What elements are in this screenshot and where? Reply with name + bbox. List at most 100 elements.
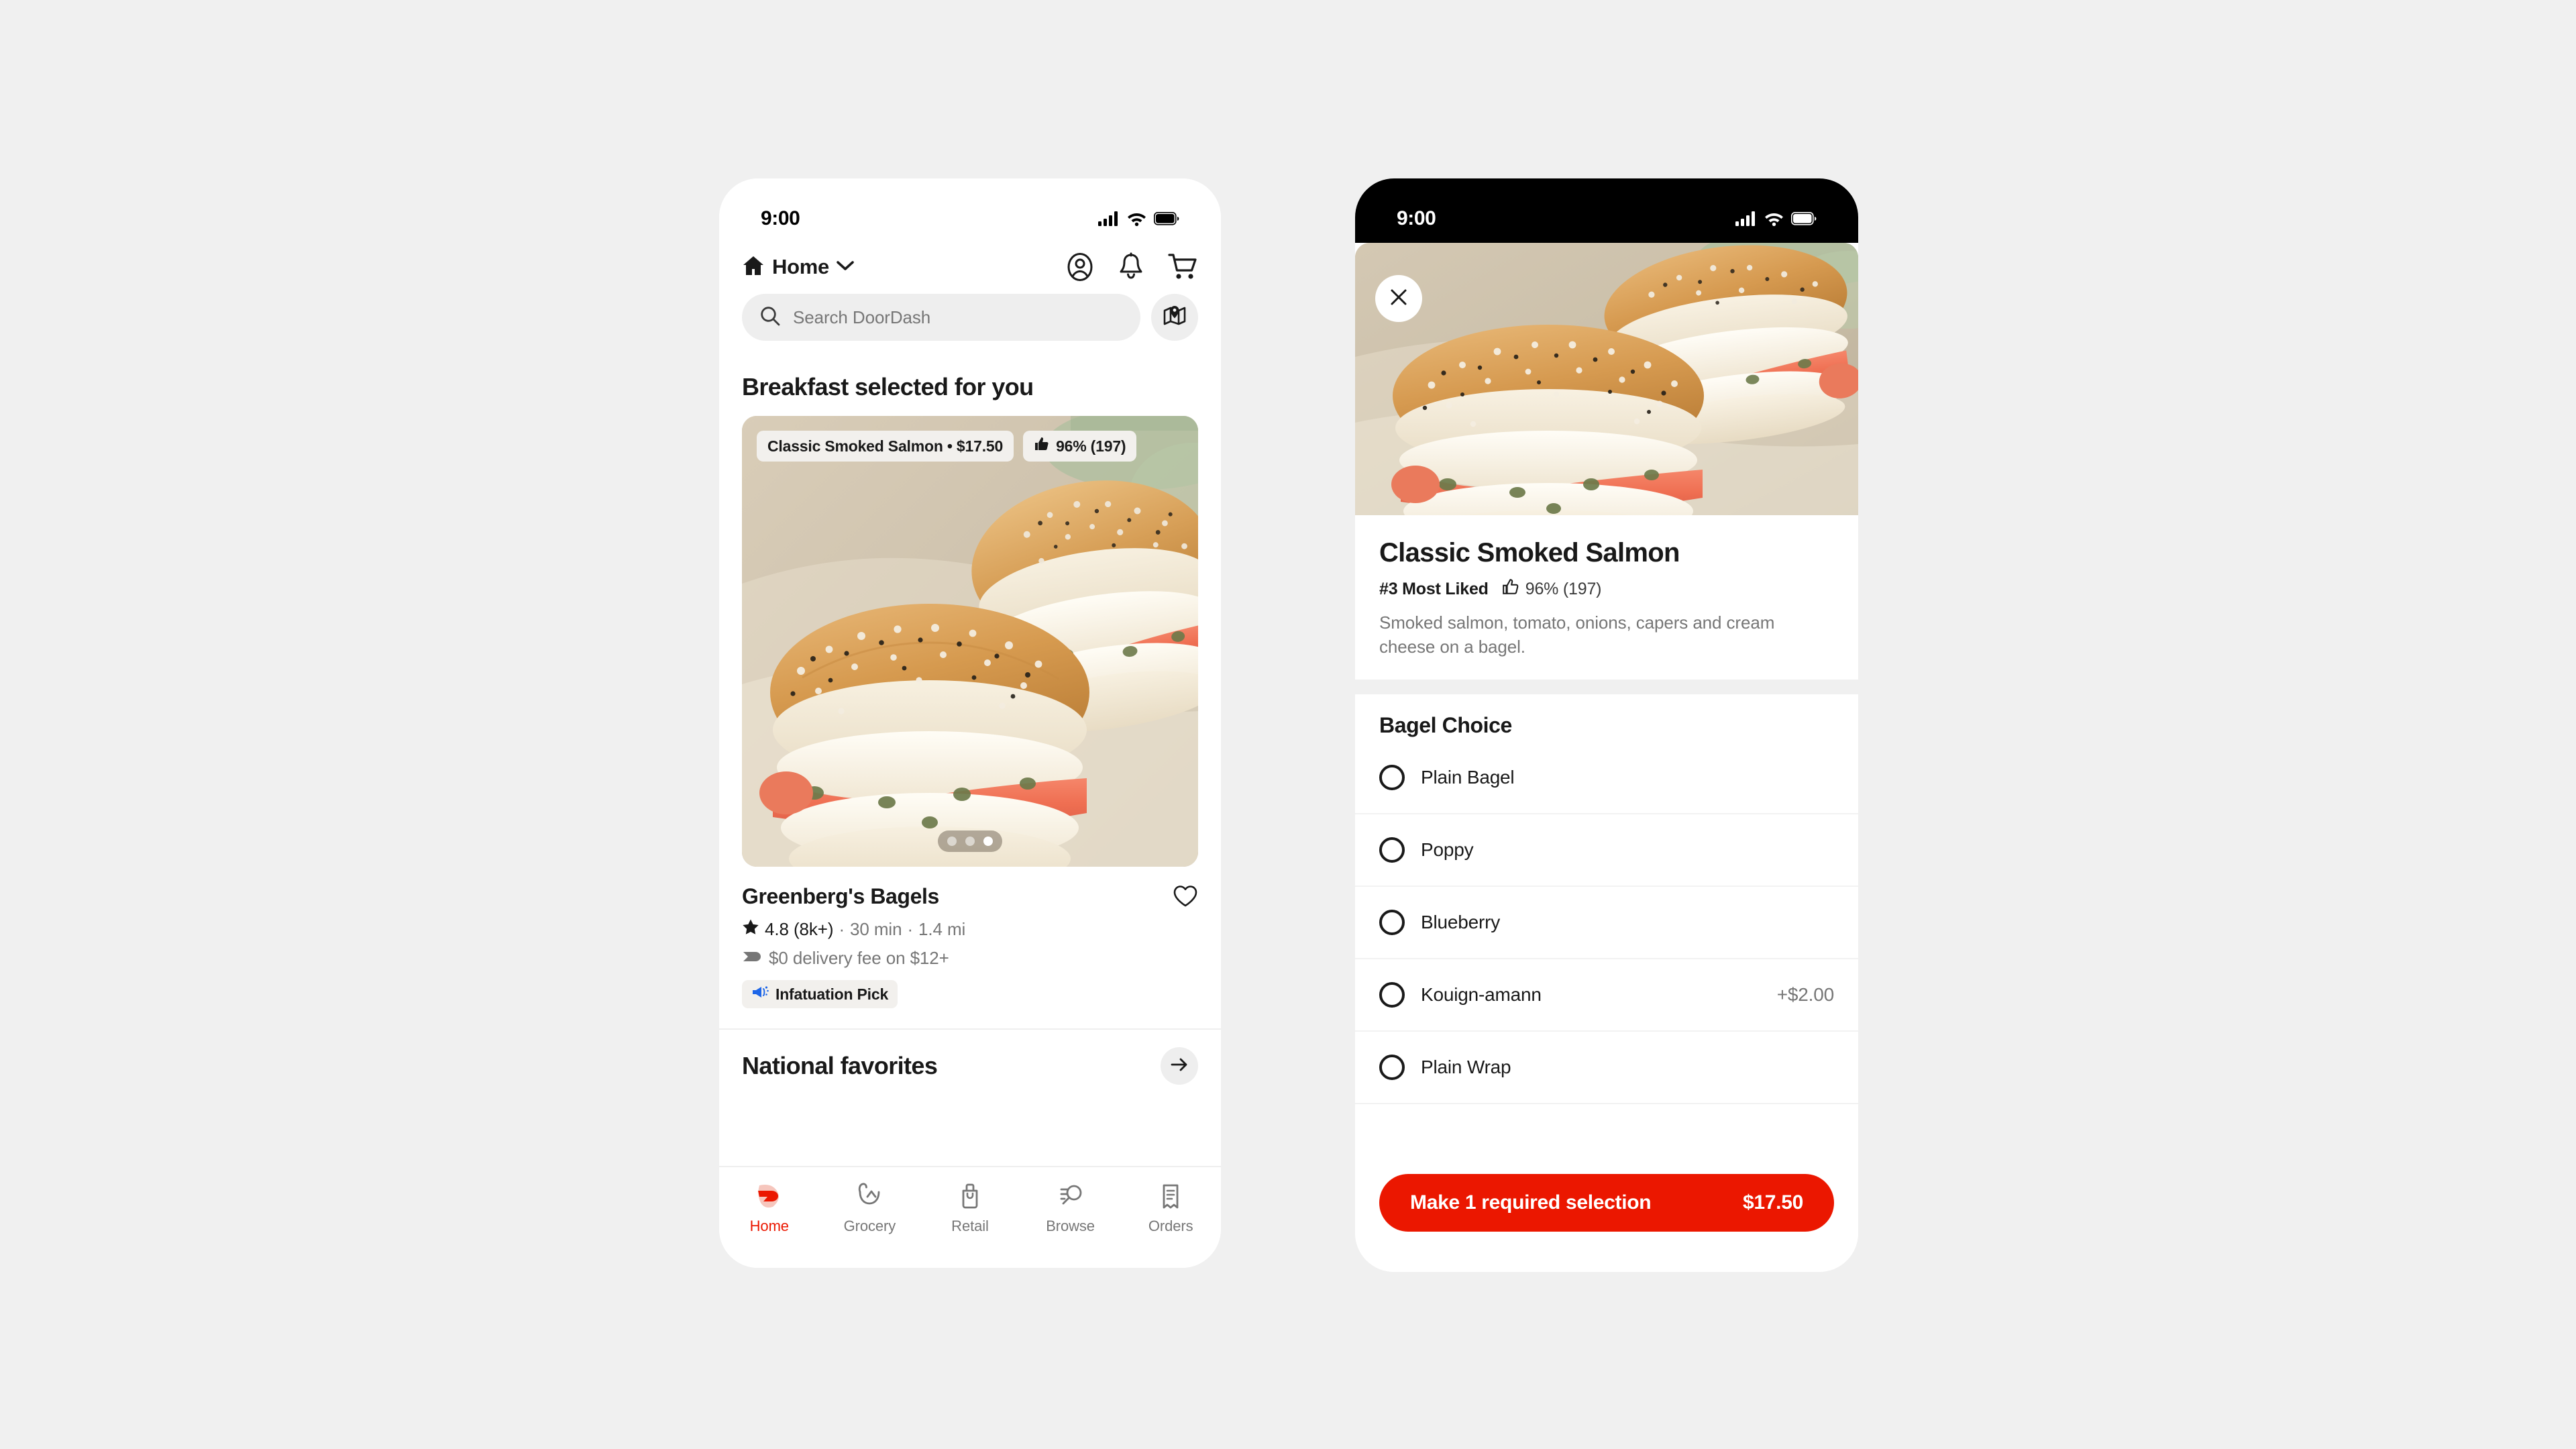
thumbs-up-icon xyxy=(1034,436,1050,456)
radio-button[interactable] xyxy=(1379,909,1405,935)
grocery-basket-icon xyxy=(854,1179,885,1212)
search-input[interactable]: Search DoorDash xyxy=(742,294,1140,341)
tab-label: Grocery xyxy=(843,1218,896,1234)
close-button[interactable] xyxy=(1375,275,1422,322)
status-indicators xyxy=(1735,211,1817,226)
store-card[interactable]: Classic Smoked Salmon • $17.50 96% (197) xyxy=(742,416,1198,867)
shopping-cart-icon[interactable] xyxy=(1167,252,1198,282)
section-title-breakfast: Breakfast selected for you xyxy=(742,373,1034,400)
phone-left-home-screen: 9:00 Home Search DoorDash Breakfast sele… xyxy=(719,178,1221,1268)
tab-orders[interactable]: Orders xyxy=(1120,1179,1221,1235)
orders-receipt-icon xyxy=(1155,1179,1186,1212)
item-subtitle-row: #3 Most Liked 96% (197) xyxy=(1379,578,1834,600)
rating-badge: 96% (197) xyxy=(1023,431,1137,462)
item-rank: #3 Most Liked xyxy=(1379,580,1489,598)
wifi-icon xyxy=(1764,211,1784,226)
carousel-dot[interactable] xyxy=(965,837,975,846)
delivery-tag-icon xyxy=(742,948,762,969)
status-time: 9:00 xyxy=(761,207,800,229)
tab-home[interactable]: Home xyxy=(719,1179,820,1235)
meta-separator: · xyxy=(907,919,914,939)
browse-search-icon xyxy=(1055,1179,1086,1212)
search-row: Search DoorDash xyxy=(719,287,1221,354)
item-hero-image xyxy=(1355,243,1858,515)
section-title-national: National favorites xyxy=(742,1052,938,1079)
tab-label: Browse xyxy=(1046,1218,1095,1234)
store-rating: 4.8 (8k+) xyxy=(765,919,834,939)
option-row[interactable]: Plain Wrap xyxy=(1355,1032,1858,1104)
make-selection-button[interactable]: Make 1 required selection $17.50 xyxy=(1379,1174,1834,1232)
section-separator-band xyxy=(1355,679,1858,694)
doordash-logo-icon xyxy=(754,1179,785,1212)
bell-icon[interactable] xyxy=(1118,252,1144,282)
tab-label: Home xyxy=(749,1218,789,1234)
store-meta: 4.8 (8k+) · 30 min · 1.4 mi xyxy=(742,918,1198,941)
battery-icon xyxy=(1154,212,1179,225)
tab-browse[interactable]: Browse xyxy=(1020,1179,1121,1235)
close-x-icon xyxy=(1389,287,1409,311)
cellular-signal-icon xyxy=(1735,211,1757,226)
option-row[interactable]: Kouign-amann +$2.00 xyxy=(1355,959,1858,1032)
carousel-dot-active[interactable] xyxy=(983,837,993,846)
search-placeholder: Search DoorDash xyxy=(793,307,931,327)
card-badge-group: Classic Smoked Salmon • $17.50 96% (197) xyxy=(757,431,1137,462)
phone-right-item-detail: 9:00 Classic Smoked Salmon #3 Most Liked… xyxy=(1355,178,1858,1272)
cta-label: Make 1 required selection xyxy=(1410,1191,1652,1214)
promo-badge: Infatuation Pick xyxy=(742,980,898,1008)
account-circle-icon[interactable] xyxy=(1065,252,1095,282)
option-row[interactable]: Poppy xyxy=(1355,814,1858,887)
radio-button[interactable] xyxy=(1379,837,1405,863)
option-price: +$2.00 xyxy=(1776,983,1834,1005)
heart-outline-icon[interactable] xyxy=(1173,884,1198,912)
option-group-title: Bagel Choice xyxy=(1379,712,1512,737)
meta-separator: · xyxy=(839,919,845,939)
option-label: Blueberry xyxy=(1421,911,1501,932)
item-description: Smoked salmon, tomato, onions, capers an… xyxy=(1379,612,1775,657)
radio-button[interactable] xyxy=(1379,1054,1405,1080)
option-label: Poppy xyxy=(1421,839,1474,860)
option-row[interactable]: Blueberry xyxy=(1355,887,1858,959)
tab-label: Retail xyxy=(951,1218,989,1234)
carousel-dot[interactable] xyxy=(947,837,957,846)
option-row[interactable]: Plain Bagel xyxy=(1355,742,1858,814)
section-next-button[interactable] xyxy=(1161,1047,1198,1085)
header-action-group xyxy=(1065,252,1198,282)
thumbs-up-icon xyxy=(1502,578,1519,600)
bottom-tab-bar: Home Grocery Retail Browse Orders xyxy=(719,1166,1221,1268)
search-icon xyxy=(759,305,781,330)
option-label: Plain Wrap xyxy=(1421,1056,1511,1077)
status-bar-right: 9:00 xyxy=(1355,178,1858,243)
home-icon xyxy=(742,255,765,280)
radio-button[interactable] xyxy=(1379,764,1405,790)
store-distance: 1.4 mi xyxy=(918,919,966,939)
location-label: Home xyxy=(772,255,829,278)
arrow-right-icon xyxy=(1170,1057,1189,1076)
delivery-time: 30 min xyxy=(850,919,902,939)
tab-grocery[interactable]: Grocery xyxy=(820,1179,920,1235)
store-info: Greenberg's Bagels 4.8 (8k+) · 30 min · … xyxy=(719,867,1221,1008)
app-header: Home xyxy=(719,243,1221,287)
megaphone-icon xyxy=(751,985,769,1004)
option-list: Plain Bagel Poppy Blueberry Kouign-amann xyxy=(1355,742,1858,1104)
home-feed: Breakfast selected for you Classic Smoke… xyxy=(719,354,1221,1124)
tab-retail[interactable]: Retail xyxy=(920,1179,1020,1235)
option-label: Plain Bagel xyxy=(1421,766,1515,788)
cta-footer: Make 1 required selection $17.50 xyxy=(1355,1162,1858,1272)
radio-button[interactable] xyxy=(1379,981,1405,1008)
item-price-badge: Classic Smoked Salmon • $17.50 xyxy=(757,431,1014,462)
carousel-dots[interactable] xyxy=(938,830,1002,852)
location-selector[interactable]: Home xyxy=(742,255,854,280)
store-name: Greenberg's Bagels xyxy=(742,884,939,908)
status-indicators xyxy=(1098,211,1179,226)
star-icon xyxy=(742,918,759,941)
chevron-down-icon xyxy=(837,260,854,274)
retail-bag-icon xyxy=(955,1179,985,1212)
option-group-bagel-choice: Bagel Choice Plain Bagel Poppy Blueberry xyxy=(1355,694,1858,1104)
map-view-button[interactable] xyxy=(1151,294,1198,341)
section-national-favorites: National favorites xyxy=(719,1030,1221,1085)
delivery-fee-text: $0 delivery fee on $12+ xyxy=(769,948,949,968)
screenshot-canvas: 9:00 Home Search DoorDash Breakfast sele… xyxy=(0,0,2576,1449)
item-title: Classic Smoked Salmon xyxy=(1379,538,1680,568)
tab-label: Orders xyxy=(1148,1218,1193,1234)
status-bar-left: 9:00 xyxy=(719,178,1221,243)
